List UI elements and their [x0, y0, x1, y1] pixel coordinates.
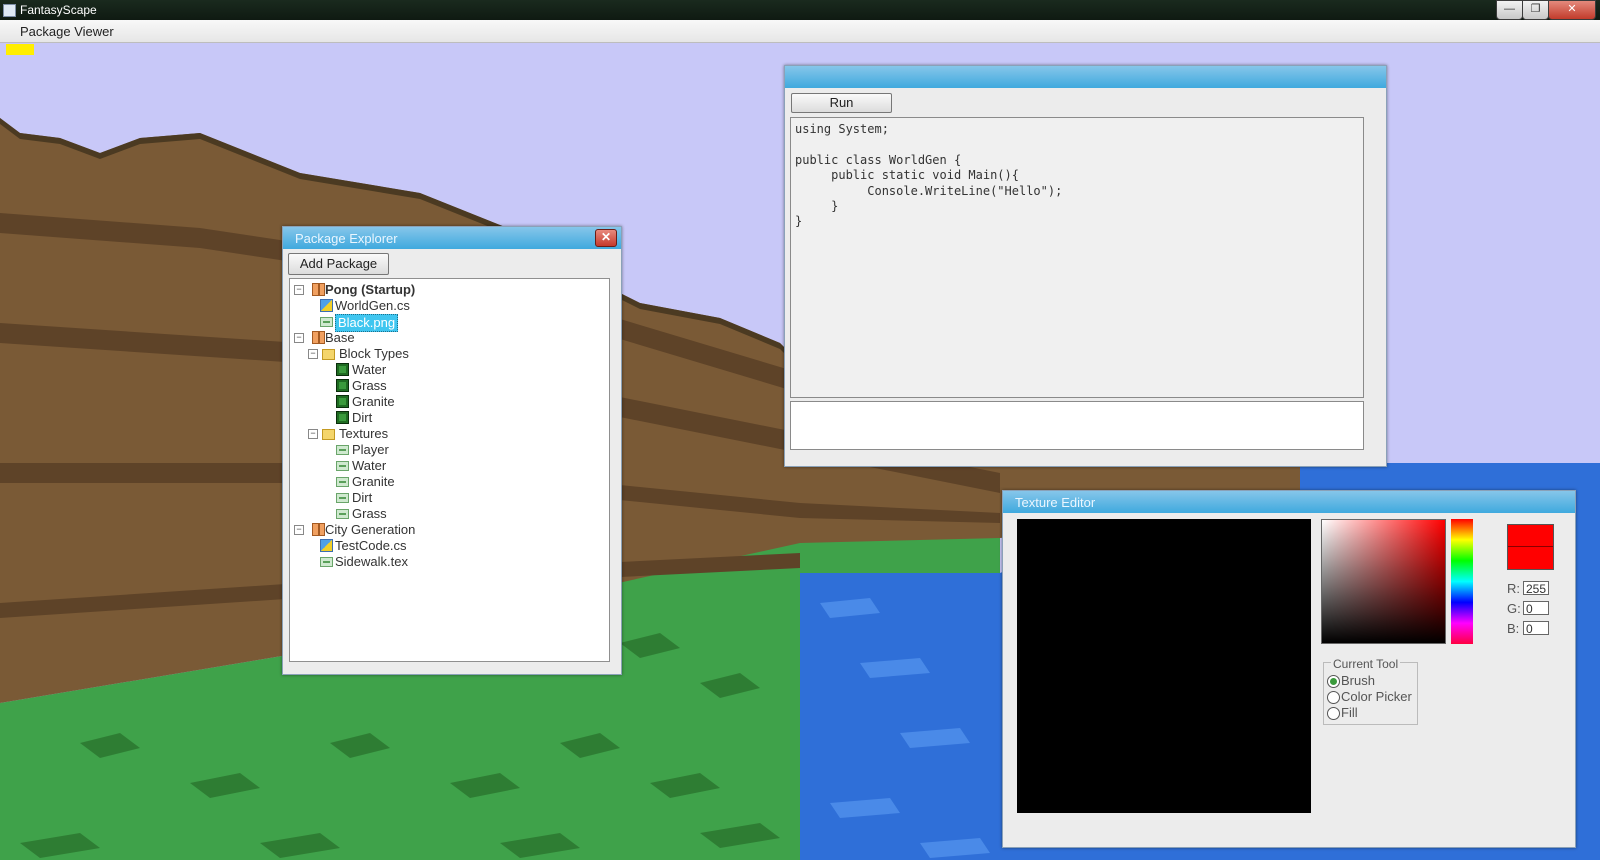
add-package-button[interactable]: Add Package [288, 253, 389, 275]
folder-icon [322, 429, 335, 440]
package-explorer-panel[interactable]: Package Explorer ✕ Add Package − Pong (S… [282, 226, 622, 675]
tree-item-label: Granite [352, 474, 395, 489]
image-file-icon [336, 461, 349, 471]
tree-item-label: WorldGen.cs [335, 298, 410, 313]
block-cube-icon [336, 363, 349, 376]
collapse-toggle[interactable]: − [308, 349, 318, 359]
color-picker-radio[interactable] [1327, 691, 1340, 704]
image-file-icon [336, 477, 349, 487]
image-file-icon [320, 317, 333, 327]
folder-icon [322, 349, 335, 360]
image-file-icon [336, 509, 349, 519]
image-file-icon [336, 493, 349, 503]
package-icon [312, 331, 325, 344]
code-line: public static void Main(){ [795, 168, 1019, 183]
package-icon [312, 523, 325, 536]
package-explorer-title: Package Explorer [295, 231, 398, 246]
status-indicator [6, 44, 34, 55]
texture-editor-title: Texture Editor [1015, 495, 1096, 510]
tree-item-label: TestCode.cs [335, 538, 407, 553]
tree-item-label: Dirt [352, 490, 373, 505]
brush-radio[interactable] [1327, 675, 1340, 688]
current-color-swatch [1507, 524, 1554, 570]
menu-package-viewer[interactable]: Package Viewer [20, 24, 114, 39]
code-editor-panel[interactable]: Run using System; public class WorldGen … [784, 65, 1387, 467]
tree-item-label: Textures [339, 426, 389, 441]
image-file-icon [320, 557, 333, 567]
tree-item-label: Granite [352, 394, 395, 409]
collapse-toggle[interactable]: − [294, 285, 304, 295]
menu-bar: Package Viewer [0, 20, 1600, 43]
run-button[interactable]: Run [791, 93, 892, 113]
close-icon[interactable]: ✕ [595, 229, 617, 247]
code-editor-header[interactable] [785, 66, 1386, 88]
tree-item-label: Water [352, 458, 387, 473]
current-tool-group: Current Tool Brush Color Picker Fill [1323, 657, 1418, 725]
code-line: } [795, 198, 839, 213]
tree-item-label: Base [325, 330, 355, 345]
texture-canvas[interactable] [1017, 519, 1311, 813]
code-editor-textarea[interactable]: using System; public class WorldGen { pu… [790, 117, 1364, 398]
block-cube-icon [336, 379, 349, 392]
code-line: Console.WriteLine("Hello"); [795, 183, 1063, 198]
collapse-toggle[interactable]: − [308, 429, 318, 439]
tree-item-label: Pong (Startup) [325, 282, 416, 297]
minimize-button[interactable]: — [1496, 0, 1523, 20]
saturation-value-picker[interactable] [1321, 519, 1446, 644]
block-cube-icon [336, 411, 349, 424]
tree-item-label: Player [352, 442, 389, 457]
blue-input[interactable]: 0 [1523, 621, 1549, 636]
tree-item-label: Block Types [339, 346, 409, 361]
color-picker-label[interactable]: Color Picker [1341, 689, 1412, 704]
console-output[interactable] [790, 401, 1364, 450]
image-file-icon [336, 445, 349, 455]
tree-item-label: Grass [352, 378, 387, 393]
code-file-icon [320, 539, 333, 552]
red-input[interactable]: 255 [1523, 581, 1549, 596]
collapse-toggle[interactable]: − [294, 333, 304, 343]
green-input[interactable]: 0 [1523, 601, 1549, 616]
code-line: using System; [795, 122, 889, 136]
maximize-button[interactable]: ❐ [1522, 0, 1549, 20]
current-tool-legend: Current Tool [1331, 657, 1401, 671]
blue-label: B: [1507, 621, 1520, 636]
tree-item-label: Sidewalk.tex [335, 554, 408, 569]
green-label: G: [1507, 601, 1521, 616]
window-titlebar[interactable]: FantasyScape — ❐ ✕ [0, 0, 1600, 20]
brush-label[interactable]: Brush [1341, 673, 1375, 688]
fill-radio[interactable] [1327, 707, 1340, 720]
collapse-toggle[interactable]: − [294, 525, 304, 535]
red-label: R: [1507, 581, 1520, 596]
block-cube-icon [336, 395, 349, 408]
tree-item-label: City Generation [325, 522, 416, 537]
tree-item-label: Water [352, 362, 387, 377]
hue-slider[interactable] [1451, 519, 1473, 644]
window-title: FantasyScape [20, 3, 97, 17]
package-icon [312, 283, 325, 296]
code-file-icon [320, 299, 333, 312]
close-window-button[interactable]: ✕ [1548, 0, 1596, 20]
fill-label[interactable]: Fill [1341, 705, 1358, 720]
app-icon [3, 4, 16, 17]
package-tree[interactable]: − Pong (Startup) WorldGen.cs Black.png −… [289, 278, 610, 662]
package-explorer-header[interactable]: Package Explorer ✕ [283, 227, 621, 249]
tree-item-label: Dirt [352, 410, 373, 425]
code-line: } [795, 214, 803, 229]
code-line: public class WorldGen { [795, 152, 962, 167]
texture-editor-header[interactable]: Texture Editor [1003, 491, 1575, 513]
texture-editor-panel[interactable]: Texture Editor R: 255 G: 0 B: 0 Current … [1002, 490, 1576, 848]
tree-item-label: Grass [352, 506, 387, 521]
